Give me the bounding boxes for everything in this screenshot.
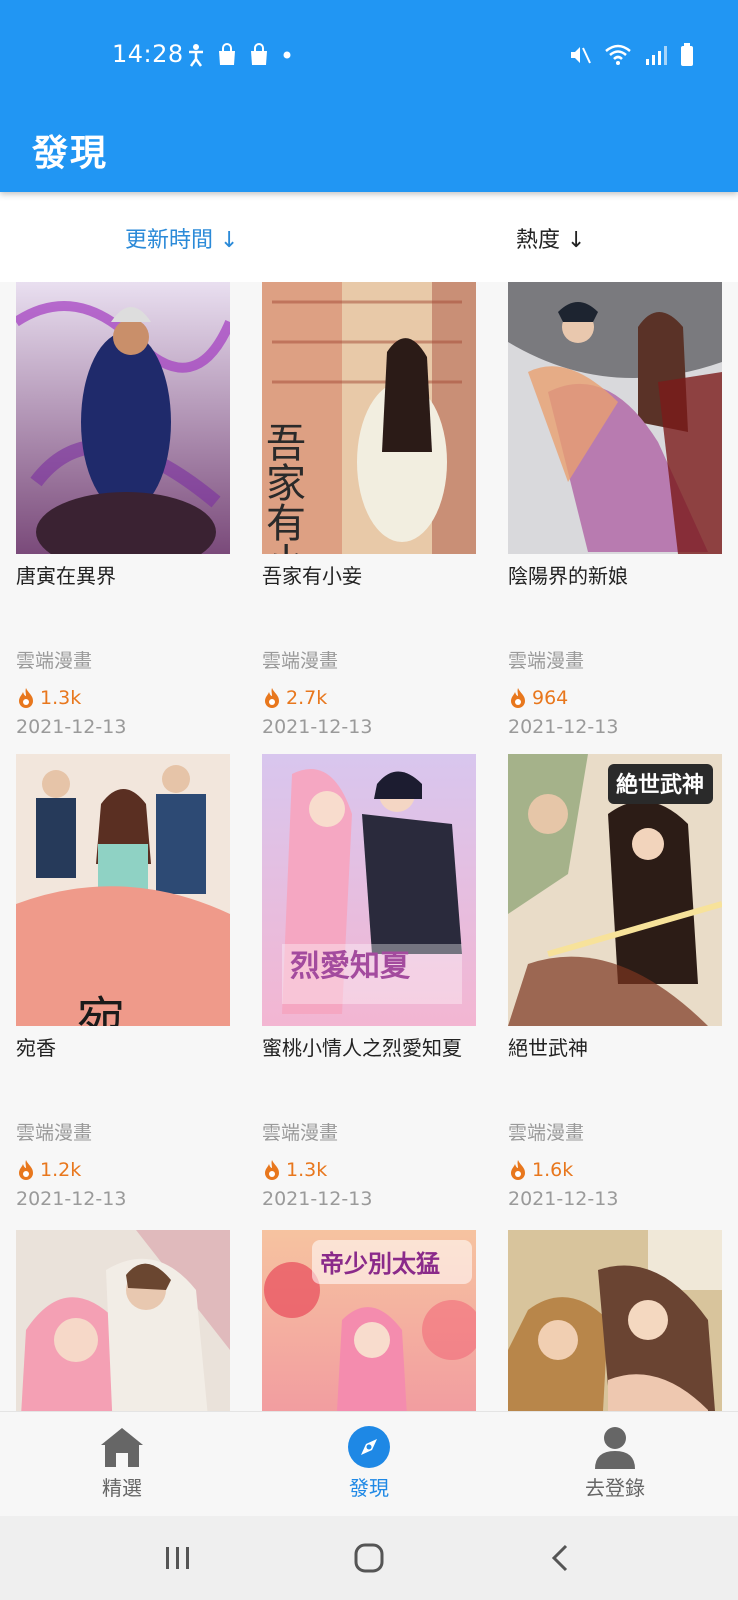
comic-card[interactable]: 烈愛知夏 蜜桃小情人之烈愛知夏 雲端漫畫 1.3k 2021-12-13 xyxy=(262,754,476,1216)
status-notification-icons xyxy=(186,40,294,70)
cover-image: 宛香 xyxy=(16,754,230,1026)
comic-source: 雲端漫畫 xyxy=(508,650,585,672)
status-time: 14:28 xyxy=(112,40,184,68)
fire-icon xyxy=(19,688,33,708)
comic-heat: 1.6k xyxy=(508,1156,722,1184)
comic-cover[interactable]: 絶世武神 xyxy=(508,754,722,1026)
tab-login[interactable]: 去登錄 xyxy=(555,1422,675,1501)
recent-apps-icon xyxy=(166,1547,189,1569)
fire-icon xyxy=(265,1160,279,1180)
comic-source: 雲端漫畫 xyxy=(16,1122,93,1144)
sort-bar xyxy=(0,192,738,282)
cover-image: 吾家有小妾 xyxy=(262,282,476,554)
comic-card[interactable]: 宛香 宛香 雲端漫畫 1.2k 2021-12-13 xyxy=(16,754,230,1216)
comic-cover[interactable] xyxy=(16,282,230,554)
comic-cover[interactable]: 烈愛知夏 xyxy=(262,754,476,1026)
comic-card[interactable]: 絶世武神 絕世武神 雲端漫畫 1.6k 2021-12-13 xyxy=(508,754,722,1216)
back-button[interactable] xyxy=(530,1538,590,1578)
comic-card[interactable]: 唐寅在異界 雲端漫畫 1.3k 2021-12-13 xyxy=(16,282,230,744)
comic-date: 2021-12-13 xyxy=(16,1188,127,1210)
sort-by-update-time[interactable]: 更新時間 ↓ xyxy=(125,222,238,254)
bottom-tab-bar: 精選 發現 去登錄 xyxy=(0,1411,738,1516)
comic-date: 2021-12-13 xyxy=(262,1188,373,1210)
cover-image xyxy=(16,282,230,554)
compass-icon xyxy=(348,1426,390,1468)
comic-card[interactable]: 吾家有小妾 吾家有小妾 雲端漫畫 2.7k 2021-12-13 xyxy=(262,282,476,744)
tab-discover-label: 發現 xyxy=(349,1476,389,1500)
cover-title-text: 烈愛知夏 xyxy=(290,949,411,984)
cover-image: 絶世武神 xyxy=(508,754,722,1026)
fire-icon xyxy=(19,1160,33,1180)
comic-cover[interactable]: 吾家有小妾 xyxy=(262,282,476,554)
shopping-bag-icon xyxy=(251,43,267,65)
comic-title[interactable]: 絕世武神 xyxy=(508,1032,722,1098)
system-nav-bar xyxy=(0,1516,738,1600)
cover-image xyxy=(508,282,722,554)
comic-source: 雲端漫畫 xyxy=(508,1122,585,1144)
home-button[interactable] xyxy=(339,1538,399,1578)
comic-date: 2021-12-13 xyxy=(508,1188,619,1210)
mute-icon xyxy=(571,47,591,64)
cover-image: 烈愛知夏 xyxy=(262,754,476,1026)
comic-card[interactable]: 陰陽界的新娘 雲端漫畫 964 2021-12-13 xyxy=(508,282,722,744)
cover-title-text: 帝少別太猛 xyxy=(320,1249,440,1278)
comic-heat: 1.3k xyxy=(262,1156,476,1184)
heat-value: 964 xyxy=(532,687,569,709)
heat-value: 1.3k xyxy=(286,1159,328,1181)
tab-login-label: 去登錄 xyxy=(585,1476,645,1500)
comic-heat: 1.2k xyxy=(16,1156,230,1184)
home-circle-icon xyxy=(354,1543,384,1573)
heat-value: 1.6k xyxy=(532,1159,574,1181)
heat-value: 1.3k xyxy=(40,687,82,709)
tab-featured[interactable]: 精選 xyxy=(62,1422,182,1501)
comic-source: 雲端漫畫 xyxy=(262,650,339,672)
recent-apps-button[interactable] xyxy=(148,1538,208,1578)
comic-title[interactable]: 宛香 xyxy=(16,1032,230,1098)
accessibility-icon xyxy=(189,44,203,67)
comic-title[interactable]: 陰陽界的新娘 xyxy=(508,560,722,626)
comic-cover[interactable]: 宛香 xyxy=(16,754,230,1026)
status-system-icons xyxy=(568,40,694,70)
sort-by-popularity[interactable]: 熱度 ↓ xyxy=(516,222,585,254)
comic-source: 雲端漫畫 xyxy=(16,650,93,672)
cover-title-text: 絶世武神 xyxy=(616,772,704,798)
person-icon xyxy=(595,1427,635,1469)
comic-heat: 2.7k xyxy=(262,684,476,712)
comic-source: 雲端漫畫 xyxy=(262,1122,339,1144)
comic-date: 2021-12-13 xyxy=(262,716,373,738)
cover-title-text: 宛香 xyxy=(68,994,124,1026)
cover-title-text: 吾家有小妾 xyxy=(262,422,305,554)
comic-cover[interactable] xyxy=(508,282,722,554)
signal-icon xyxy=(646,46,667,65)
home-icon xyxy=(101,1428,143,1467)
back-icon xyxy=(551,1544,568,1572)
comic-date: 2021-12-13 xyxy=(508,716,619,738)
tab-discover[interactable]: 發現 xyxy=(309,1422,429,1501)
heat-value: 2.7k xyxy=(286,687,328,709)
battery-icon xyxy=(681,43,693,66)
comic-title[interactable]: 吾家有小妾 xyxy=(262,560,476,626)
comic-date: 2021-12-13 xyxy=(16,716,127,738)
status-bar: 14:28 xyxy=(0,0,738,110)
shopping-bag-icon xyxy=(219,43,235,65)
fire-icon xyxy=(511,1160,525,1180)
comic-title[interactable]: 蜜桃小情人之烈愛知夏 xyxy=(262,1032,476,1098)
comic-heat: 964 xyxy=(508,684,722,712)
page-title: 發現 xyxy=(32,133,109,174)
heat-value: 1.2k xyxy=(40,1159,82,1181)
fire-icon xyxy=(511,688,525,708)
comic-title[interactable]: 唐寅在異界 xyxy=(16,560,230,626)
wifi-icon xyxy=(605,44,631,65)
dot-icon xyxy=(283,51,291,59)
fire-icon xyxy=(265,688,279,708)
tab-featured-label: 精選 xyxy=(102,1476,142,1500)
comic-heat: 1.3k xyxy=(16,684,230,712)
app-bar: 14:28 發現 xyxy=(0,0,738,192)
